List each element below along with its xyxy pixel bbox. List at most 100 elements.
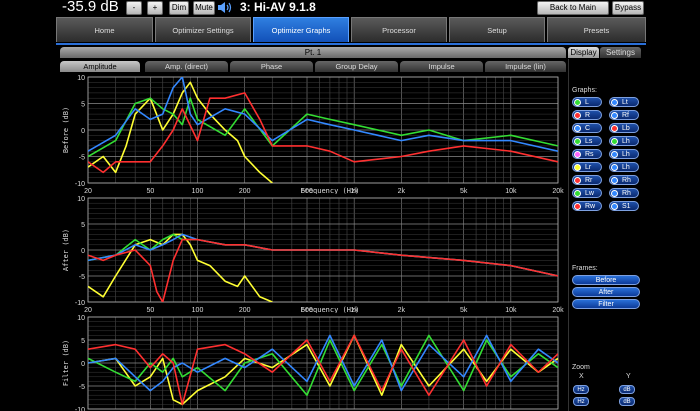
channel-toggle-c[interactable]: C [572, 123, 602, 133]
before-graph[interactable]: 1050-5-10Before (dB)20 50 100 200 500 1k 2k 5k 1… [60, 73, 566, 196]
channel-toggle-rh[interactable]: Rh [609, 175, 639, 185]
channel-toggle-lr[interactable]: Lr [572, 162, 602, 172]
zoom-x-in-button[interactable]: Hz [573, 385, 589, 394]
tab-home[interactable]: Home [56, 17, 153, 42]
tab-processor[interactable]: Processor [351, 17, 447, 42]
zoom-y-out-button[interactable]: dB [619, 397, 635, 406]
zoom-y-label: Y [626, 373, 631, 380]
channel-toggle-rw[interactable]: Rw [572, 201, 602, 211]
channel-toggle-lt[interactable]: Lt [609, 97, 639, 107]
channel-label: Lh [622, 150, 630, 158]
channel-color-dot [574, 98, 581, 106]
channel-label: Rh [622, 176, 631, 184]
channel-toggle-rr[interactable]: Rr [572, 175, 602, 185]
filter-graph[interactable]: 10 5 0 -5 -10 Filter (dB) [60, 313, 566, 411]
frame-filter-button[interactable]: Filter [572, 299, 640, 309]
grid [87, 316, 559, 410]
channel-toggle-l[interactable]: L [572, 97, 602, 107]
preset-name: 3: Hi-AV 9.1.8 [240, 0, 316, 14]
subtab-amp-direct[interactable]: Amp. (direct) [145, 61, 228, 72]
channel-toggle-lh[interactable]: Lh [609, 136, 639, 146]
y-tick-label: 5 [81, 222, 85, 229]
y-tick-label: -10 [75, 181, 85, 188]
top-bar: -35.9 dB - + Dim Mute 3: Hi-AV 9.1.8 Bac… [0, 0, 700, 24]
channel-label: L [585, 98, 589, 106]
channel-label: Lr [585, 163, 592, 171]
subtab-impulse-lin[interactable]: Impulse (lin) [485, 61, 566, 72]
zoom-label: Zoom [572, 364, 590, 371]
volume-down-button[interactable]: - [126, 1, 142, 15]
y-tick-label: 10 [77, 196, 85, 203]
bypass-button[interactable]: Bypass [612, 1, 644, 15]
y-tick-label: -5 [79, 274, 85, 281]
channel-color-dot [574, 124, 581, 132]
y-tick-label: -10 [75, 407, 85, 411]
channel-color-dot [611, 202, 618, 210]
channel-toggle-rs[interactable]: Rs [572, 149, 602, 159]
channel-toggle-rh[interactable]: Rh [609, 188, 639, 198]
y-axis-label: Filter (dB) [62, 340, 70, 386]
channel-color-dot [574, 163, 581, 171]
mute-button[interactable]: Mute [193, 1, 215, 15]
channel-label: Lt [622, 98, 628, 106]
channel-label: Rr [585, 176, 593, 184]
frame-after-button[interactable]: After [572, 287, 640, 297]
tab-settings-side[interactable]: Settings [600, 47, 641, 58]
channel-color-dot [611, 150, 618, 158]
y-tick-label: 0 [81, 361, 85, 368]
graph-type-tabs: Amplitude Amp. (direct) Phase Group Dela… [60, 61, 566, 73]
back-to-main-button[interactable]: Back to Main Screen [537, 1, 609, 24]
channel-label: S1 [622, 202, 631, 210]
channel-toggle-s1[interactable]: S1 [609, 201, 639, 211]
y-tick-label: -10 [75, 300, 85, 307]
y-tick-label: 5 [81, 102, 85, 109]
channel-toggle-r[interactable]: R [572, 110, 602, 120]
channel-label: R [585, 111, 591, 119]
frames-label: Frames: [572, 265, 598, 272]
channel-toggle-lb[interactable]: Lb [609, 123, 639, 133]
y-tick-label: 10 [77, 75, 85, 82]
tab-display[interactable]: Display [568, 47, 599, 58]
channel-toggle-lh[interactable]: Lh [609, 162, 639, 172]
y-tick-label: -5 [79, 384, 85, 391]
channel-toggle-ls[interactable]: Ls [572, 136, 602, 146]
channel-label: Rh [622, 189, 631, 197]
tab-presets[interactable]: Presets [547, 17, 646, 42]
measurement-point-bar[interactable]: Pt. 1 [60, 47, 566, 58]
channel-toggle-lw[interactable]: Lw [572, 188, 602, 198]
subtab-impulse[interactable]: Impulse [400, 61, 483, 72]
display-panel: Graphs: L Lt R Rf C Lb Ls Lh Rs Lh Lr Lh Rr Rh Lw Rh Rw S… [568, 59, 643, 411]
zoom-x-out-button[interactable]: Hz [573, 397, 589, 406]
channel-label: Rf [622, 111, 629, 119]
after-graph[interactable]: 1050-5-10After (dB)20 50 100 200 500 1k 2k 5k 10… [60, 194, 566, 315]
speaker-icon[interactable] [217, 1, 233, 14]
subtab-phase[interactable]: Phase [230, 61, 313, 72]
channel-color-dot [574, 176, 581, 184]
main-nav: Home Optimizer Settings Optimizer Graphs… [56, 17, 646, 43]
nav-divider [56, 43, 646, 45]
y-axis-label: Before (dB) [62, 107, 70, 153]
subtab-amplitude[interactable]: Amplitude [60, 61, 140, 72]
channel-toggle-lh[interactable]: Lh [609, 149, 639, 159]
channel-color-dot [574, 189, 581, 197]
tab-optimizer-settings[interactable]: Optimizer Settings [155, 17, 251, 42]
zoom-y-in-button[interactable]: dB [619, 385, 635, 394]
graph-background [60, 313, 566, 411]
channel-label: Lw [585, 189, 594, 197]
channel-color-dot [611, 189, 618, 197]
channel-label: Lb [622, 124, 630, 132]
channel-toggle-rf[interactable]: Rf [609, 110, 639, 120]
channel-color-dot [611, 176, 618, 184]
frame-before-button[interactable]: Before [572, 275, 640, 285]
volume-readout: -35.9 dB [62, 0, 119, 15]
channel-color-dot [611, 124, 618, 132]
subtab-group-delay[interactable]: Group Delay [315, 61, 398, 72]
channel-label: Rw [585, 202, 596, 210]
tab-optimizer-graphs[interactable]: Optimizer Graphs [253, 17, 349, 42]
y-tick-label: 5 [81, 338, 85, 345]
channel-color-dot [611, 111, 618, 119]
tab-setup[interactable]: Setup [449, 17, 545, 42]
volume-up-button[interactable]: + [147, 1, 163, 15]
channel-label: Ls [585, 137, 593, 145]
dim-button[interactable]: Dim [169, 1, 189, 15]
